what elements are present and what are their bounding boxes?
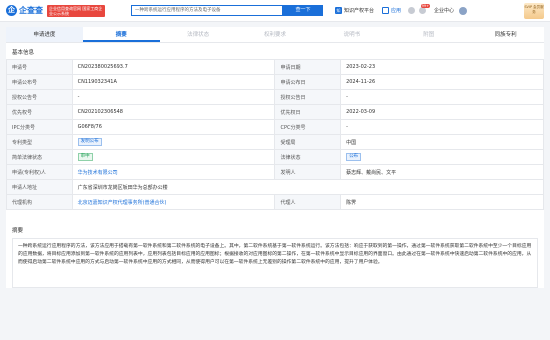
- value-priority-date: 2022-03-09: [340, 104, 544, 120]
- patent-type-tag: 发明公布: [77, 138, 102, 146]
- simple-legal-status-tag: 审中: [77, 153, 93, 161]
- value-app-number: CN202380025693.7: [71, 59, 276, 75]
- label-cpc: CPC分类号: [274, 119, 342, 135]
- abstract-panel: 摘要 一种跨系统运行应用程序的方法，该方法应用于搭载有第一软件系统和第二软件系统…: [6, 216, 544, 288]
- value-priority-number: CN202102306548: [71, 104, 276, 120]
- label-app-number: 申请号: [6, 59, 73, 75]
- tab-drawings[interactable]: 附图: [390, 27, 467, 42]
- agency-link[interactable]: 北京迈嘉知识产权代理事务所(普通合伙): [71, 194, 276, 210]
- notification-icon[interactable]: 99+: [419, 4, 431, 14]
- label-agency: 代理机构: [6, 194, 73, 210]
- top-bar: 企 企查查 企业信用查询官网 国家工商企业公示系统 一种跨系统运行应用程序的方法…: [0, 0, 550, 22]
- section-title-abstract: 摘要: [12, 228, 24, 234]
- value-grant-number: -: [71, 89, 276, 105]
- applicant-link[interactable]: 华为技术有限公司: [71, 164, 276, 180]
- label-inventor: 发明人: [274, 164, 342, 180]
- table-row: 申请公布号 CN119032341A 申请公布日 2024-11-26: [6, 74, 544, 90]
- label-priority-date: 优先权日: [274, 104, 342, 120]
- section-title-basic: 基本信息: [12, 50, 35, 56]
- value-agent: 陈霁: [340, 194, 544, 210]
- table-row: 优先权号 CN202102306548 优先权日 2022-03-09: [6, 104, 544, 120]
- abstract-text: 一种跨系统运行应用程序的方法，该方法应用于搭载有第一软件系统和第二软件系统的电子…: [12, 238, 538, 288]
- value-office: 中国: [340, 134, 544, 150]
- search-input[interactable]: 一种跨系统运行应用程序的方法及电子设备: [131, 5, 283, 16]
- tab-patent-family[interactable]: 同族专利: [467, 27, 544, 42]
- ip-platform-label: 知识产权平台: [344, 8, 375, 14]
- table-row: 授权公告号 - 授权公告日 -: [6, 89, 544, 105]
- message-icon[interactable]: [408, 7, 416, 14]
- table-row: 申请(专利权)人 华为技术有限公司 发明人 蔡志辉、戴尚民、文平: [6, 164, 544, 180]
- slogan-badge: 企业信用查询官网 国家工商企业公示系统: [47, 4, 105, 17]
- svip-button[interactable]: SVIP 会员服务: [524, 3, 544, 19]
- logo-text: 企查查: [19, 6, 43, 15]
- legal-status-tag: 公布: [346, 153, 362, 161]
- value-pub-date: 2024-11-26: [340, 74, 544, 90]
- label-simple-legal-status: 简单法律状态: [6, 149, 73, 165]
- tab-progress[interactable]: 申请进度: [6, 27, 83, 42]
- label-pub-number: 申请公布号: [6, 74, 73, 90]
- table-row: 专利类型 发明公布 受理局 中国: [6, 134, 544, 150]
- basic-info-table: 申请号 CN202380025693.7 申请日期 2023-02-23 申请公…: [6, 59, 545, 210]
- table-row: 简单法律状态 审中 法律状态 公布: [6, 149, 544, 165]
- label-patent-type: 专利类型: [6, 134, 73, 150]
- value-grant-date: -: [340, 89, 544, 105]
- main-panel: 基本信息 申请号 CN202380025693.7 申请日期 2023-02-2…: [6, 43, 545, 216]
- search-button[interactable]: 查一下: [283, 5, 323, 16]
- value-pub-number: CN119032341A: [71, 74, 276, 90]
- label-applicant-address: 申请人地址: [6, 179, 73, 195]
- app-menu-label: 应用: [391, 8, 402, 14]
- value-applicant-address: 广东省深圳市龙岗区坂田华为总部办公楼: [71, 179, 545, 195]
- app-grid-icon: [382, 7, 390, 14]
- label-priority-number: 优先权号: [6, 104, 73, 120]
- notification-badge: 99+: [420, 4, 431, 8]
- logo[interactable]: 企 企查查: [6, 5, 43, 16]
- label-pub-date: 申请公布日: [274, 74, 342, 90]
- logo-icon: 企: [6, 5, 17, 16]
- value-app-date: 2023-02-23: [340, 59, 544, 75]
- table-row: 申请号 CN202380025693.7 申请日期 2023-02-23: [6, 59, 544, 75]
- label-applicant: 申请(专利权)人: [6, 164, 73, 180]
- tab-legal-status[interactable]: 法律状态: [160, 27, 237, 42]
- label-grant-number: 授权公告号: [6, 89, 73, 105]
- avatar[interactable]: [459, 6, 468, 15]
- tab-abstract[interactable]: 摘要: [82, 27, 160, 42]
- table-row: 代理机构 北京迈嘉知识产权代理事务所(普通合伙) 代理人 陈霁: [6, 194, 544, 210]
- tab-claims[interactable]: 权利要求: [237, 27, 314, 42]
- tab-description[interactable]: 说明书: [313, 27, 390, 42]
- label-ipc: IPC分类号: [6, 119, 73, 135]
- enterprise-center-button[interactable]: 企业中心: [434, 7, 454, 14]
- tab-bar: 申请进度 摘要 法律状态 权利要求 说明书 附图 同族专利: [6, 27, 544, 43]
- table-row: 申请人地址 广东省深圳市龙岗区坂田华为总部办公楼: [6, 179, 545, 195]
- ip-platform-icon: 知: [335, 7, 342, 14]
- table-row: IPC分类号 G06F8/76 CPC分类号 -: [6, 119, 544, 135]
- label-legal-status: 法律状态: [274, 149, 342, 165]
- label-agent: 代理人: [274, 194, 342, 210]
- value-inventor: 蔡志辉、戴尚民、文平: [340, 164, 544, 180]
- label-grant-date: 授权公告日: [274, 89, 342, 105]
- ip-platform-button[interactable]: 知 知识产权平台: [335, 7, 374, 14]
- label-office: 受理局: [274, 134, 342, 150]
- label-app-date: 申请日期: [274, 59, 342, 75]
- app-menu-button[interactable]: 应用: [382, 7, 401, 14]
- value-ipc: G06F8/76: [71, 119, 276, 135]
- value-cpc: -: [340, 119, 544, 135]
